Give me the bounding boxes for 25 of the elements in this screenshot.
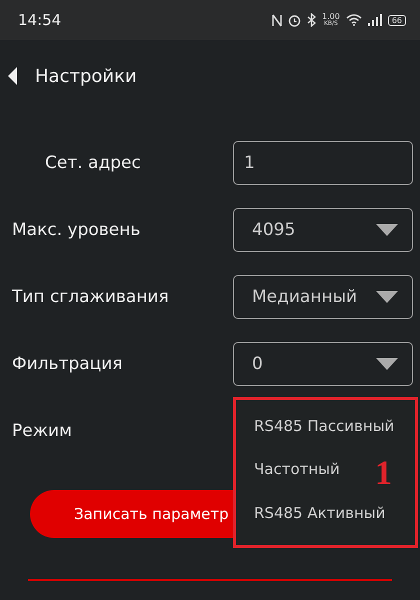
field-label: Сет. адрес [44, 153, 142, 173]
back-icon[interactable] [8, 67, 17, 85]
menu-option[interactable]: RS485 Пассивный [254, 416, 394, 435]
field-label: Режим [12, 421, 73, 441]
field-label: Тип сглаживания [12, 287, 170, 307]
dropdown-field[interactable]: Медианный [233, 275, 413, 319]
dropdown-arrow-icon [376, 224, 398, 236]
battery-level: 66 [388, 14, 406, 26]
network-speed-value: 1.00 [322, 13, 340, 21]
page-title: Настройки [35, 66, 137, 86]
callout-number: 1 [375, 455, 392, 493]
dropdown-field[interactable]: 0 [233, 342, 413, 386]
field-label: Макс. уровень [12, 220, 142, 240]
menu-option[interactable]: Частотный [254, 460, 340, 478]
input-field[interactable]: 1 [233, 141, 413, 185]
dropdown-arrow-icon [376, 291, 398, 303]
field-label: Фильтрация [12, 354, 124, 374]
dropdown-field[interactable]: 4095 [233, 208, 413, 252]
dropdown-arrow-icon [376, 358, 398, 370]
wifi-icon [346, 14, 362, 26]
bluetooth-icon [307, 13, 316, 27]
status-time: 14:54 [18, 11, 62, 29]
alarm-icon [288, 14, 301, 26]
nfc-icon [272, 14, 282, 26]
signal-icon [368, 14, 382, 26]
